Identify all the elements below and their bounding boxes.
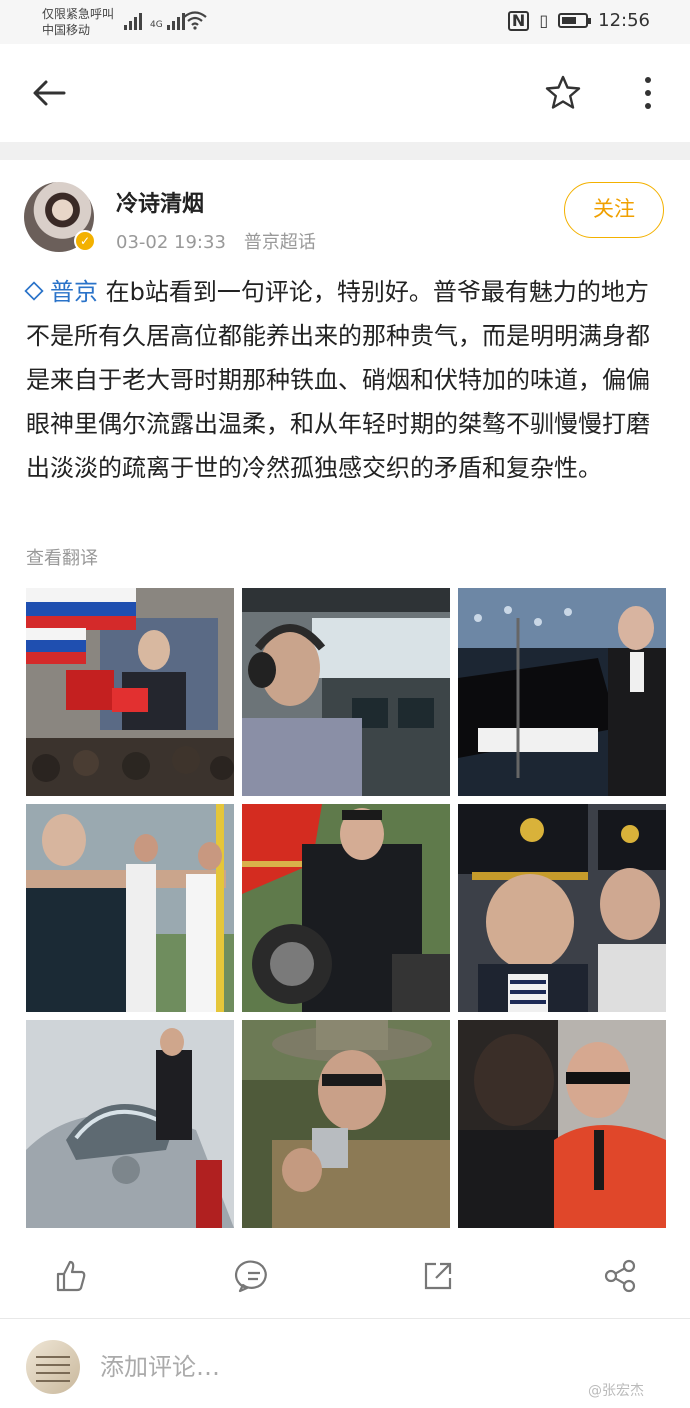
- photo-grid: [26, 588, 666, 1228]
- photo-8[interactable]: [242, 1020, 450, 1228]
- view-translation-link[interactable]: 查看翻译: [26, 544, 98, 570]
- carrier-info: 仅限紧急呼叫 中国移动: [42, 6, 114, 38]
- back-arrow-icon[interactable]: [28, 72, 70, 114]
- add-comment-input[interactable]: [100, 1345, 500, 1389]
- photo-9[interactable]: [458, 1020, 666, 1228]
- current-user-avatar: [26, 1340, 80, 1394]
- action-bar: [0, 1246, 690, 1306]
- post-meta: 03-02 19:33 普京超话: [116, 228, 316, 254]
- photo-7[interactable]: [26, 1020, 234, 1228]
- battery-icon: [558, 13, 592, 28]
- comment-divider: [0, 1318, 690, 1319]
- watermark-text: @张宏杰: [588, 1383, 644, 1399]
- like-thumbs-up-icon[interactable]: [50, 1256, 90, 1296]
- nfc-icon: N: [507, 10, 530, 31]
- status-time: 12:56: [598, 10, 650, 31]
- post-timestamp: 03-02 19:33: [116, 232, 226, 253]
- signal-icon: [124, 12, 142, 30]
- photo-4[interactable]: [26, 804, 234, 1012]
- post-text: 在b站看到一句评论，特别好。普爷最有魅力的地方不是所有久居高位都能养出来的那种贵…: [26, 278, 650, 482]
- topic-link[interactable]: 普京: [24, 278, 98, 306]
- section-divider: [0, 142, 690, 160]
- carrier-name: 中国移动: [42, 23, 91, 37]
- star-icon[interactable]: [542, 72, 584, 114]
- author-name[interactable]: 冷诗清烟: [116, 186, 204, 218]
- verified-badge-icon: ✓: [74, 230, 96, 252]
- signal-4g-icon: 4G: [150, 12, 185, 30]
- status-bar: 仅限紧急呼叫 中国移动 4G N ▯ 12:56: [0, 0, 690, 44]
- wifi-icon: [183, 11, 207, 30]
- photo-1[interactable]: [26, 588, 234, 796]
- photo-3[interactable]: [458, 588, 666, 796]
- topic-diamond-icon: [24, 281, 44, 301]
- photo-2[interactable]: [242, 588, 450, 796]
- share-icon[interactable]: [600, 1256, 640, 1296]
- post-body: 普京 在b站看到一句评论，特别好。普爷最有魅力的地方不是所有久居高位都能养出来的…: [24, 270, 656, 490]
- carrier-emergency-text: 仅限紧急呼叫: [42, 7, 115, 21]
- topic-label: 普京: [50, 278, 98, 306]
- vibrate-icon: ▯: [539, 11, 549, 30]
- photo-5[interactable]: [242, 804, 450, 1012]
- status-right: N ▯ 12:56: [507, 10, 650, 31]
- post-source[interactable]: 普京超话: [244, 232, 316, 253]
- comment-icon[interactable]: [234, 1256, 274, 1296]
- more-vertical-icon[interactable]: [627, 72, 669, 114]
- top-nav-bar: [0, 44, 690, 142]
- photo-6[interactable]: [458, 804, 666, 1012]
- repost-icon[interactable]: [418, 1256, 458, 1296]
- follow-button[interactable]: 关注: [564, 182, 664, 238]
